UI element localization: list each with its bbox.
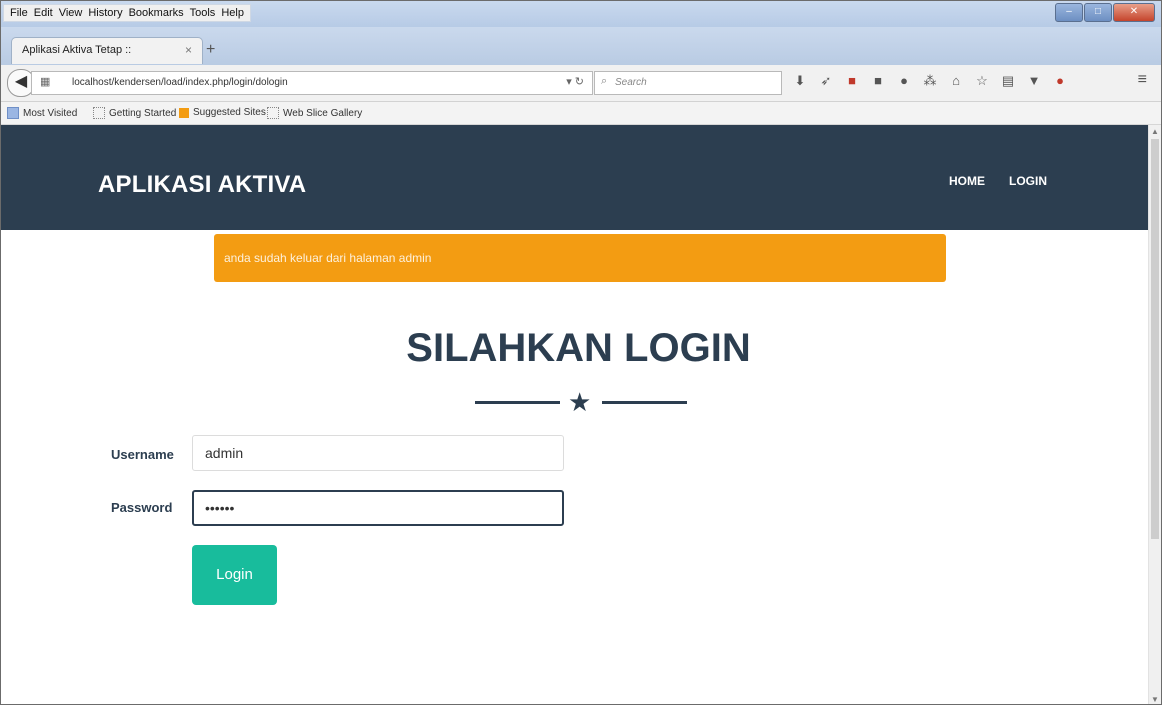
bookmarks-toolbar: Most Visited Getting Started Suggested S… [1, 102, 1161, 125]
alert-message: anda sudah keluar dari halaman admin [224, 251, 432, 265]
feed-icon [179, 107, 189, 118]
site-nav-links: HOME LOGIN [949, 174, 1047, 188]
menu-bookmarks[interactable]: Bookmarks [129, 5, 184, 21]
scroll-down-icon[interactable]: ▼ [1151, 695, 1159, 704]
bookmark-label: Web Slice Gallery [283, 107, 363, 119]
menu-history[interactable]: History [88, 5, 122, 21]
nav-login-link[interactable]: LOGIN [1009, 174, 1047, 188]
translate-icon[interactable]: ⁂ [921, 71, 939, 91]
url-text: localhost/kendersen/load/index.php/login… [72, 77, 288, 88]
menu-file[interactable]: File [10, 5, 28, 21]
bookmark-label: Getting Started [109, 107, 177, 119]
address-bar[interactable]: ▦ localhost/kendersen/load/index.php/log… [31, 71, 593, 95]
close-window-button[interactable]: ✕ [1113, 3, 1155, 22]
menu-bar: File Edit View History Bookmarks Tools H… [3, 4, 251, 22]
page-viewport: APLIKASI AKTIVA HOME LOGIN anda sudah ke… [1, 125, 1149, 704]
divider-line-left [475, 401, 560, 404]
menu-tools[interactable]: Tools [190, 5, 216, 21]
adblock-icon[interactable]: ● [1051, 71, 1069, 91]
site-navbar: APLIKASI AKTIVA HOME LOGIN [1, 125, 1149, 230]
scroll-up-icon[interactable]: ▲ [1151, 127, 1159, 136]
username-label: Username [111, 447, 174, 462]
search-icon: ⌕ [601, 75, 608, 87]
addon-icon[interactable]: ■ [843, 71, 861, 91]
browser-tab[interactable]: Aplikasi Aktiva Tetap :: × [11, 37, 203, 64]
browser-window: File Edit View History Bookmarks Tools H… [0, 0, 1162, 705]
shield-icon[interactable]: ▼ [1025, 71, 1043, 91]
password-label: Password [111, 500, 173, 515]
bookmark-getting-started[interactable]: Getting Started [93, 107, 176, 119]
folder-icon [7, 107, 19, 119]
bookmark-label: Most Visited [23, 107, 78, 119]
site-brand[interactable]: APLIKASI AKTIVA [98, 171, 306, 199]
bookmark-web-slice-gallery[interactable]: Web Slice Gallery [267, 107, 362, 119]
page-icon [267, 107, 279, 119]
nav-home-link[interactable]: HOME [949, 174, 985, 188]
password-field[interactable]: •••••• [192, 490, 564, 526]
reload-icon[interactable]: ▾ ↻ [566, 75, 584, 88]
downloads-icon[interactable]: ⬇ [791, 71, 809, 91]
toolbar-icons: ⬇ ➶ ■ ■ ● ⁂ ⌂ ☆ ▤ ▼ ● [791, 71, 1069, 91]
tab-title: Aplikasi Aktiva Tetap :: [22, 44, 132, 56]
login-button[interactable]: Login [192, 545, 277, 605]
bookmarks-menu-icon[interactable]: ▤ [999, 71, 1017, 91]
star-icon: ★ [568, 387, 592, 417]
search-placeholder: Search [615, 77, 647, 88]
bookmark-suggested-sites[interactable]: Suggested Sites [179, 107, 266, 118]
divider-line-right [602, 401, 687, 404]
home-icon[interactable]: ⌂ [947, 71, 965, 91]
bookmark-star-icon[interactable]: ☆ [973, 71, 991, 91]
tab-close-icon[interactable]: × [185, 43, 192, 57]
minimize-button[interactable]: – [1055, 3, 1083, 22]
bookmark-most-visited[interactable]: Most Visited [7, 107, 77, 119]
page-title: SILAHKAN LOGIN [406, 326, 751, 370]
hamburger-menu-icon[interactable]: ≡ [1138, 71, 1147, 89]
new-tab-button[interactable]: + [206, 41, 215, 59]
maximize-button[interactable]: □ [1084, 3, 1112, 22]
scrollbar-thumb[interactable] [1151, 139, 1159, 539]
pocket-icon[interactable]: ■ [869, 71, 887, 91]
star-divider: ★ [475, 387, 687, 417]
title-bar: File Edit View History Bookmarks Tools H… [1, 1, 1161, 27]
menu-view[interactable]: View [59, 5, 83, 21]
menu-help[interactable]: Help [221, 5, 244, 21]
menu-edit[interactable]: Edit [34, 5, 53, 21]
vertical-scrollbar[interactable]: ▲ ▼ [1148, 125, 1161, 704]
site-info-icon[interactable]: ▦ [40, 75, 50, 88]
page-icon [93, 107, 105, 119]
window-controls: – □ ✕ [1054, 3, 1155, 22]
chat-icon[interactable]: ● [895, 71, 913, 91]
search-bar[interactable]: ⌕ Search [594, 71, 782, 95]
logout-alert: anda sudah keluar dari halaman admin [214, 234, 946, 282]
bookmark-label: Suggested Sites [193, 107, 266, 118]
username-field[interactable]: admin [192, 435, 564, 471]
send-icon[interactable]: ➶ [817, 71, 835, 91]
